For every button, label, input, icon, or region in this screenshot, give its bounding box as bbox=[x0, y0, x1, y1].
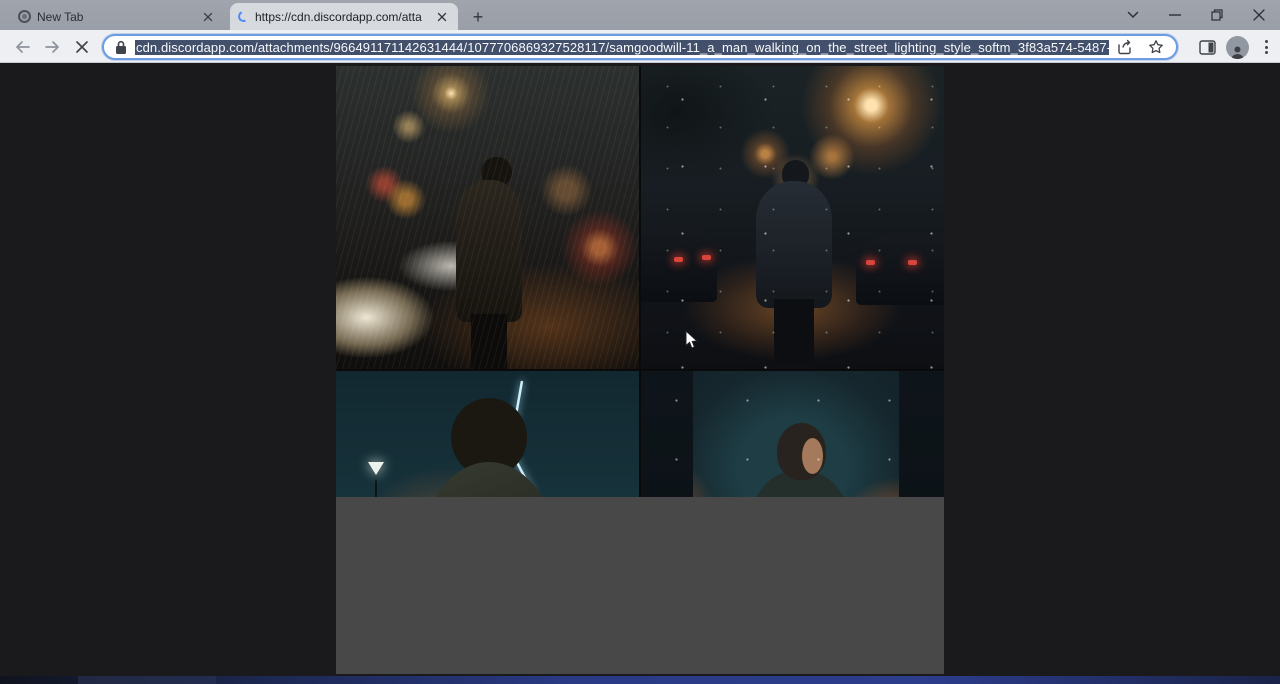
window-controls bbox=[1112, 0, 1280, 30]
tab-discord-cdn[interactable]: https://cdn.discordapp.com/atta bbox=[230, 3, 458, 30]
tab-search-chevron-icon[interactable] bbox=[1112, 0, 1154, 30]
side-panel-icon[interactable] bbox=[1199, 40, 1216, 55]
minimize-button[interactable] bbox=[1154, 0, 1196, 30]
tab-title: New Tab bbox=[37, 10, 194, 24]
tab-strip: New Tab https://cdn.discordapp.com/atta … bbox=[0, 0, 1280, 30]
page-content bbox=[0, 63, 1280, 684]
image-loading-placeholder bbox=[336, 497, 944, 674]
share-icon[interactable] bbox=[1117, 39, 1134, 55]
grid-image-top-left bbox=[336, 66, 639, 369]
tab-title: https://cdn.discordapp.com/atta bbox=[255, 10, 428, 24]
lock-icon[interactable] bbox=[115, 40, 127, 55]
grid-image-top-right bbox=[641, 66, 944, 369]
omnibox-actions bbox=[1117, 39, 1168, 55]
car-silhouette bbox=[641, 224, 717, 303]
restore-button[interactable] bbox=[1196, 0, 1238, 30]
figure-silhouette bbox=[481, 157, 511, 187]
forward-button[interactable] bbox=[40, 35, 64, 59]
taskbar-search-box[interactable] bbox=[78, 676, 216, 684]
profile-avatar[interactable] bbox=[1226, 36, 1249, 59]
tab-close-icon[interactable] bbox=[200, 9, 216, 25]
figure-silhouette bbox=[782, 160, 809, 187]
stop-loading-button[interactable] bbox=[70, 35, 94, 59]
url-text[interactable]: cdn.discordapp.com/attachments/966491171… bbox=[135, 40, 1109, 55]
car-silhouette bbox=[856, 233, 944, 306]
new-tab-button[interactable]: + bbox=[466, 5, 490, 29]
back-button[interactable] bbox=[10, 35, 34, 59]
chrome-icon bbox=[18, 10, 31, 23]
windows-taskbar[interactable] bbox=[0, 676, 1280, 684]
address-bar[interactable]: cdn.discordapp.com/attachments/966491171… bbox=[102, 34, 1178, 60]
toolbar: cdn.discordapp.com/attachments/966491171… bbox=[0, 30, 1280, 63]
toolbar-right-actions bbox=[1199, 33, 1274, 61]
loading-spinner-icon bbox=[236, 9, 250, 23]
menu-kebab-icon[interactable] bbox=[1259, 36, 1274, 58]
bookmark-star-icon[interactable] bbox=[1148, 39, 1164, 55]
tab-close-icon[interactable] bbox=[434, 9, 450, 25]
close-window-button[interactable] bbox=[1238, 0, 1280, 30]
url-selected-text: cdn.discordapp.com/attachments/966491171… bbox=[135, 40, 1109, 55]
tab-new-tab[interactable]: New Tab bbox=[10, 3, 224, 30]
browser-window: New Tab https://cdn.discordapp.com/atta … bbox=[0, 0, 1280, 684]
